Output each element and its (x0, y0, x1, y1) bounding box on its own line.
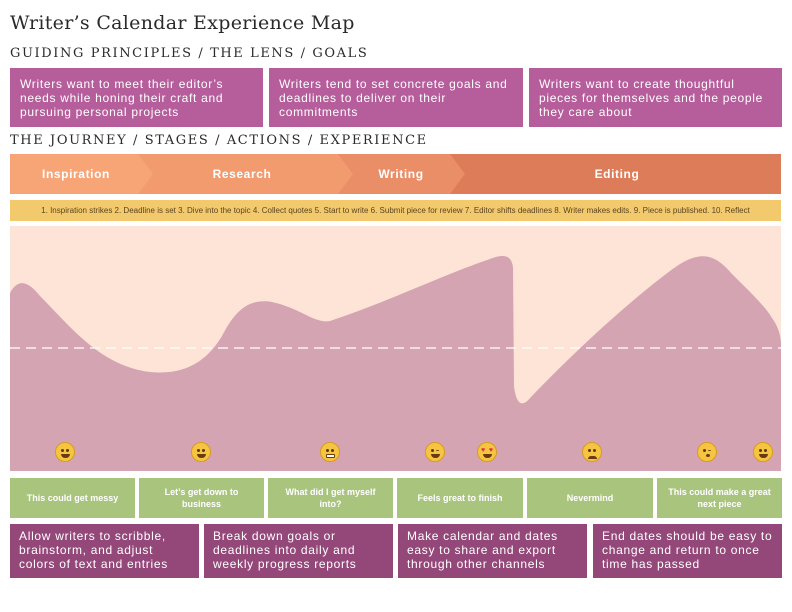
insight-card: Nevermind (527, 478, 653, 518)
stage-inspiration: Inspiration (42, 167, 110, 181)
insight-card: This could get messy (10, 478, 135, 518)
stage-editing: Editing (594, 167, 640, 181)
actions-list: 1. Inspiration strikes 2. Deadline is se… (10, 200, 781, 221)
heart-eyes-face-icon: ♥ ♥ (477, 442, 497, 462)
smiling-face-icon (55, 442, 75, 462)
goal-card: Writers want to create thoughtful pieces… (529, 68, 782, 127)
goal-card: Writers tend to set concrete goals and d… (269, 68, 523, 127)
opportunity-card: Break down goals or deadlines into daily… (204, 524, 393, 578)
opportunity-card: Make calendar and dates easy to share an… (398, 524, 587, 578)
experience-curve (10, 226, 781, 471)
insight-card: Feels great to finish (397, 478, 523, 518)
insight-card: Let’s get down to business (139, 478, 264, 518)
sweat-face-icon (582, 442, 602, 462)
grimacing-face-icon (320, 442, 340, 462)
page-title: Writer’s Calendar Experience Map (10, 12, 355, 34)
grinning-face-icon (753, 442, 773, 462)
journey-heading: THE JOURNEY / STAGES / ACTIONS / EXPERIE… (10, 133, 428, 148)
goal-card: Writers want to meet their editor’s need… (10, 68, 263, 127)
goals-heading: GUIDING PRINCIPLES / THE LENS / GOALS (10, 46, 369, 61)
insight-card: What did I get myself into? (268, 478, 393, 518)
experience-curve-panel: ♥ ♥ (10, 226, 781, 471)
insight-card: This could make a great next piece (657, 478, 782, 518)
grinning-face-icon (191, 442, 211, 462)
stage-writing: Writing (378, 167, 424, 181)
stage-research: Research (212, 167, 272, 181)
opportunity-card: Allow writers to scribble, brainstorm, a… (10, 524, 199, 578)
stage-bar: Inspiration Research Writing Editing (10, 154, 781, 194)
winking-face-icon (425, 442, 445, 462)
kissing-face-icon (697, 442, 717, 462)
opportunity-card: End dates should be easy to change and r… (593, 524, 782, 578)
